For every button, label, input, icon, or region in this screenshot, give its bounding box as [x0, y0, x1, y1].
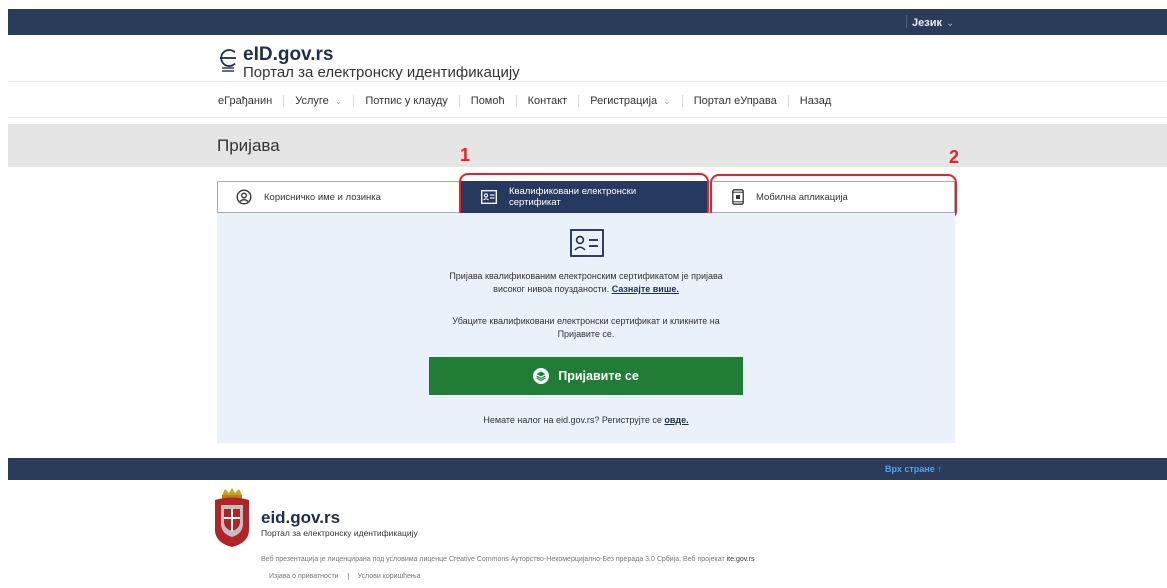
nav-item-potpis-u-klaudu[interactable]: Потпис у клауду — [353, 95, 458, 107]
nav-item-label: Портал еУправа — [693, 95, 777, 107]
license-statement: Веб презентација је лиценцирана под усло… — [261, 556, 725, 563]
language-selector[interactable]: Језик ⌄ — [912, 17, 954, 29]
footer-site-name: eid.gov.rs — [261, 508, 341, 527]
privacy-link[interactable]: Изјава о приватности — [269, 573, 348, 580]
title-band — [8, 124, 1167, 167]
nav-item-usluge[interactable]: Услуге ⌄ — [283, 95, 353, 107]
annotation-number-1: 1 — [460, 145, 471, 165]
back-to-top-link[interactable]: Врх стране ↑ — [885, 464, 942, 474]
nav-item-nazad[interactable]: Назад — [787, 95, 843, 107]
license-text: Веб презентација је лиценцирана под усло… — [261, 556, 755, 563]
layers-icon — [533, 368, 550, 384]
user-circle-icon — [236, 189, 252, 205]
tab-username-password[interactable]: Корисничко име и лозинка — [217, 181, 461, 213]
nav-item-label: Помоћ — [470, 95, 505, 107]
top-bar — [8, 9, 1167, 35]
nav-item-registracija[interactable]: Регистрација ⌄ — [578, 95, 681, 107]
description-line: Пријава квалификованим електронским серт… — [449, 271, 723, 281]
eid-logo-icon[interactable] — [218, 48, 238, 79]
chevron-down-icon: ⌄ — [334, 95, 343, 106]
nav-item-label: Услуге — [295, 95, 329, 107]
nav-item-portal-euprava[interactable]: Портал еУправа — [681, 95, 788, 107]
annotation-number-2: 2 — [949, 147, 960, 167]
main-nav: еГрађанин Услуге ⌄ Потпис у клауду Помоћ … — [218, 91, 842, 111]
serbia-coat-of-arms-icon — [212, 487, 252, 554]
login-button[interactable]: Пријавите се — [429, 357, 743, 395]
footer-bar — [8, 458, 1167, 480]
register-prompt: Немате налог на eid.gov.rs? Региструјте … — [380, 415, 792, 425]
nav-item-egradjanin[interactable]: еГрађанин — [218, 95, 283, 107]
register-link[interactable]: овде. — [664, 415, 688, 425]
nav-item-label: Контакт — [527, 95, 568, 107]
certificate-description: Пријава квалификованим електронским серт… — [380, 270, 792, 296]
license-org-link[interactable]: ite.gov.rs — [727, 556, 755, 563]
instruction-line: Убаците квалификовани електронски сертиф… — [452, 316, 720, 326]
nav-item-label: еГрађанин — [218, 95, 273, 107]
instruction-text: Убаците квалификовани електронски сертиф… — [380, 315, 792, 341]
nav-item-label: Потпис у клауду — [365, 95, 448, 107]
nav-item-label: Назад — [799, 95, 832, 107]
chevron-down-icon: ⌄ — [945, 18, 955, 29]
no-account-text: Немате налог на eid.gov.rs? Региструјте … — [483, 415, 662, 425]
login-button-label: Пријавите се — [558, 369, 639, 383]
id-card-icon — [570, 229, 604, 262]
footer-links: Изјава о приватности Услови коришћења — [269, 573, 430, 580]
site-subtitle: Портал за електронску идентификацију — [243, 64, 520, 81]
description-line: високог нивоа поузданости. — [493, 284, 610, 294]
nav-item-kontakt[interactable]: Контакт — [515, 95, 579, 107]
divider — [906, 15, 907, 28]
chevron-down-icon: ⌄ — [663, 95, 671, 106]
site-name[interactable]: eID.gov.rs — [243, 44, 333, 66]
nav-item-pomoc[interactable]: Помоћ — [458, 95, 516, 107]
language-label: Језик — [912, 17, 942, 29]
terms-link[interactable]: Услови коришћења — [347, 573, 430, 580]
divider — [8, 117, 1167, 118]
learn-more-link[interactable]: Сазнајте више. — [612, 284, 679, 294]
nav-item-label: Регистрација — [590, 95, 658, 107]
footer-site-subtitle: Портал за електронску идентификацију — [261, 528, 418, 538]
instruction-line: Пријавите се. — [557, 329, 615, 339]
tab-label: Корисничко име и лозинка — [264, 191, 381, 203]
divider — [8, 81, 1167, 82]
page-title: Пријава — [217, 136, 280, 155]
